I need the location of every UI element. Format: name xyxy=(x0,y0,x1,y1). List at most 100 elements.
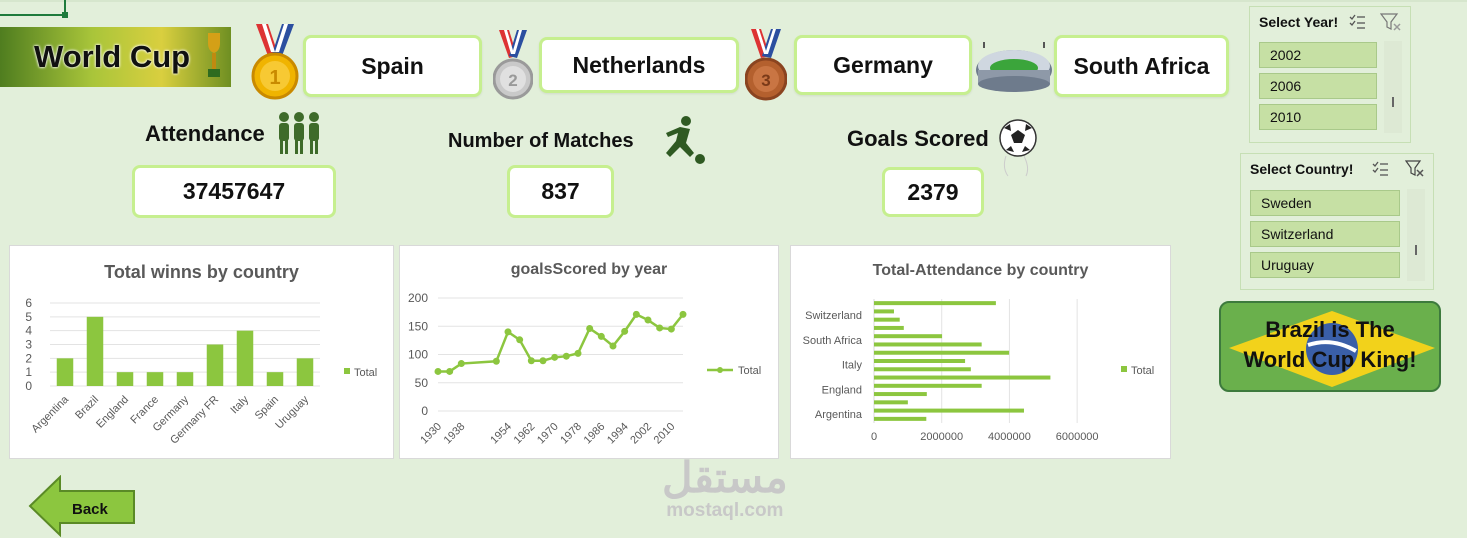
bar xyxy=(176,372,194,386)
x-tick-label: 1954 xyxy=(488,421,514,447)
data-point xyxy=(504,328,512,336)
x-tick-label: Spain xyxy=(253,394,281,422)
country-item-label: Switzerland xyxy=(1261,226,1334,242)
svg-text:1: 1 xyxy=(269,67,280,89)
banner-title: World Cup xyxy=(34,39,191,74)
king-line-2: World Cup King! xyxy=(1243,347,1417,372)
legend-label: Total xyxy=(738,365,761,377)
y-tick-label: 2 xyxy=(25,351,32,365)
bar xyxy=(146,372,164,386)
country-slicer[interactable]: Select Country! Sweden Switzerland Urugu… xyxy=(1240,153,1434,290)
y-tick-label: 200 xyxy=(408,291,428,305)
data-point xyxy=(446,367,454,375)
host-pill: South Africa xyxy=(1054,35,1229,97)
y-tick-label: Italy xyxy=(842,360,863,372)
x-tick-label: 1970 xyxy=(535,421,561,447)
country-slicer-item[interactable]: Sweden xyxy=(1250,190,1400,216)
data-point xyxy=(527,357,535,365)
y-tick-label: 1 xyxy=(25,365,32,379)
y-tick-label: 100 xyxy=(408,348,428,362)
attendance-value-box: 37457647 xyxy=(132,165,336,218)
data-point xyxy=(551,353,559,361)
bar xyxy=(874,367,971,372)
gold-medal-icon: 1 xyxy=(251,24,299,100)
year-slicer-item[interactable]: 2010 xyxy=(1259,104,1377,130)
country-slicer-item[interactable]: Switzerland xyxy=(1250,221,1400,247)
x-tick-label: 1938 xyxy=(442,421,468,447)
bar xyxy=(874,408,1024,413)
bar xyxy=(874,309,894,314)
brazil-king-banner: Brazil is The World Cup King! xyxy=(1219,301,1441,392)
x-tick-label: Brazil xyxy=(73,394,101,422)
year-slicer[interactable]: Select Year! 2002 2006 2010 xyxy=(1249,6,1411,143)
bar xyxy=(874,317,900,322)
legend-label: Total xyxy=(354,367,377,379)
bar xyxy=(116,372,134,386)
watermark: مستقل mostaql.com xyxy=(662,455,788,521)
world-cup-banner: World Cup xyxy=(0,27,231,87)
data-point xyxy=(562,352,570,360)
bar xyxy=(874,359,966,363)
watermark-arabic: مستقل xyxy=(662,454,788,501)
x-tick-label: 6000000 xyxy=(1056,431,1099,443)
back-label[interactable]: Back xyxy=(72,501,108,518)
trophy-icon xyxy=(208,33,220,77)
clear-filter-icon[interactable] xyxy=(1405,160,1425,178)
attendance-label: Attendance xyxy=(145,121,265,146)
attendance-chart[interactable]: Total-Attendance by country 0 2000000 4000… xyxy=(790,245,1171,459)
year-slicer-item[interactable]: 2006 xyxy=(1259,73,1377,99)
y-tick-label: 5 xyxy=(25,310,32,324)
y-tick-label: England xyxy=(822,384,862,396)
goals-value: 2379 xyxy=(907,178,959,205)
clear-filter-icon[interactable] xyxy=(1380,13,1402,31)
data-point xyxy=(656,324,664,332)
winner-name: Spain xyxy=(361,52,424,79)
bar xyxy=(874,342,982,347)
bar xyxy=(874,334,943,339)
y-tick-label: 150 xyxy=(408,319,428,333)
wins-chart[interactable]: Total winns by country 0 1 2 3 4 5 6 Argentina B… xyxy=(9,245,394,459)
y-tick-label: 50 xyxy=(415,376,429,390)
data-point xyxy=(644,316,652,324)
year-item-label: 2006 xyxy=(1270,78,1302,94)
y-tick-label: 3 xyxy=(25,338,32,352)
y-tick-label: South Africa xyxy=(803,335,863,347)
data-point xyxy=(609,342,617,350)
goals-label: Goals Scored xyxy=(847,126,989,151)
attendance-chart-plot: 0 2000000 4000000 6000000 Argentina England It… xyxy=(803,299,1154,443)
bar xyxy=(874,400,908,405)
y-tick-label: 0 xyxy=(421,404,428,418)
country-slicer-item[interactable]: Uruguay xyxy=(1250,252,1400,278)
winner-pill: Spain xyxy=(303,35,482,97)
selected-cell[interactable] xyxy=(0,0,68,18)
bar xyxy=(874,416,927,421)
year-item-label: 2010 xyxy=(1270,109,1302,125)
svg-text:2: 2 xyxy=(508,71,517,90)
y-tick-label: Switzerland xyxy=(805,310,862,322)
year-slicer-scrollbar[interactable] xyxy=(1384,41,1402,133)
multi-select-icon[interactable] xyxy=(1348,13,1366,31)
soccer-ball-icon xyxy=(999,119,1037,177)
data-point xyxy=(586,325,594,333)
matches-value-box: 837 xyxy=(507,165,614,218)
legend-marker xyxy=(717,367,723,373)
bar xyxy=(86,316,104,386)
data-point xyxy=(434,367,442,375)
bar xyxy=(874,392,927,397)
x-tick-label: 1962 xyxy=(512,421,538,447)
silver-medal-icon: 2 xyxy=(493,30,533,100)
multi-select-icon[interactable] xyxy=(1371,160,1389,178)
x-tick-label: 4000000 xyxy=(988,431,1031,443)
wins-chart-plot: 0123456Argentina BrazilEnglandFranceGerma… xyxy=(25,296,377,447)
year-slicer-item[interactable]: 2002 xyxy=(1259,42,1377,68)
matches-label: Number of Matches xyxy=(448,130,634,152)
country-slicer-scrollbar[interactable] xyxy=(1407,189,1425,281)
svg-text:3: 3 xyxy=(761,71,770,90)
goals-chart[interactable]: goalsScored by year 0 50 100 150 200 1930 1938… xyxy=(399,245,779,459)
legend-label: Total xyxy=(1131,365,1154,377)
x-tick-label: Uruguay xyxy=(273,393,311,431)
bar xyxy=(56,358,74,386)
x-tick-label: 2000000 xyxy=(920,431,963,443)
bar xyxy=(874,301,996,306)
data-point xyxy=(632,310,640,318)
